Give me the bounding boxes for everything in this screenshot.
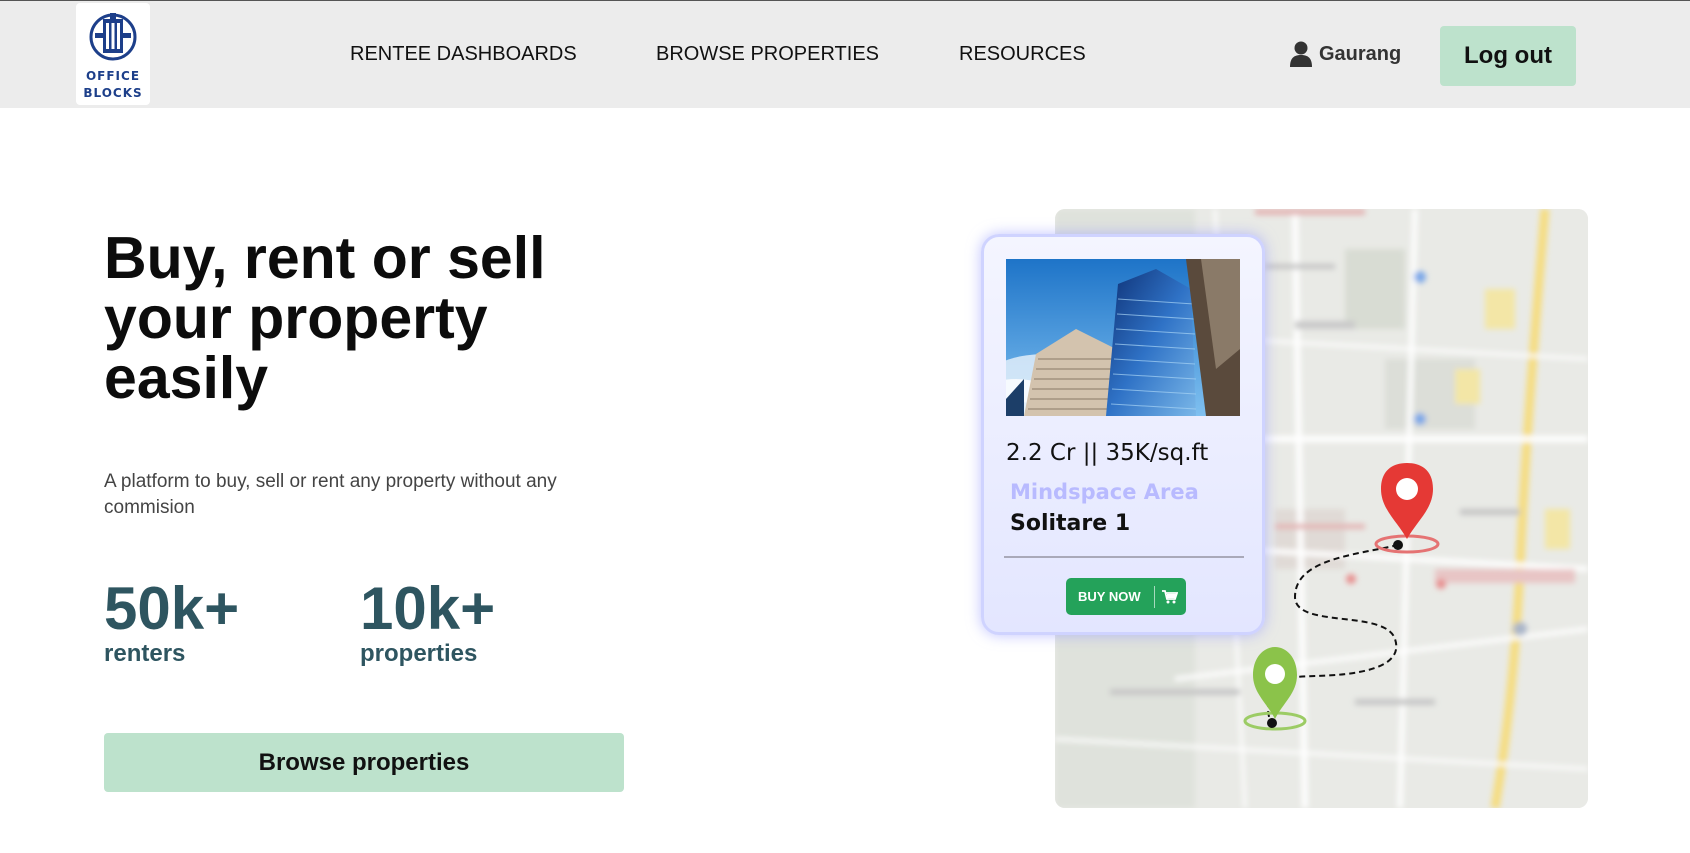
logout-button[interactable]: Log out <box>1440 26 1576 86</box>
stat-properties: 10k+ properties <box>360 578 495 668</box>
property-area: Mindspace Area <box>1010 480 1199 504</box>
brand-logo[interactable]: OFFICE BLOCKS <box>76 3 150 105</box>
user-menu[interactable]: Gaurang <box>1289 41 1401 67</box>
stat-label: properties <box>360 640 478 667</box>
property-card[interactable]: 2.2 Cr || 35K/sq.ft Mindspace Area Solit… <box>981 234 1265 635</box>
user-icon <box>1290 41 1312 67</box>
building-logo-icon <box>89 13 137 61</box>
property-name: Solitare 1 <box>1010 511 1131 536</box>
property-image[interactable] <box>1006 259 1240 416</box>
cart-icon <box>1155 589 1185 604</box>
stat-renters: 50k+ renters <box>104 578 239 668</box>
buy-now-button[interactable]: BUY NOW <box>1066 578 1186 615</box>
browse-properties-button[interactable]: Browse properties <box>104 733 624 792</box>
stat-label: renters <box>104 640 186 667</box>
hero-title-line-3: easily <box>104 345 269 411</box>
user-name: Gaurang <box>1319 42 1402 65</box>
nav-browse-properties[interactable]: BROWSE PROPERTIES <box>656 43 879 66</box>
nav-rentee-dashboards[interactable]: RENTEE DASHBOARDS <box>350 43 577 66</box>
hero-subtitle: A platform to buy, sell or rent any prop… <box>104 471 557 518</box>
brand-line-1: OFFICE <box>85 69 141 83</box>
hero-title-line-2: your property <box>104 285 488 351</box>
card-divider <box>1004 556 1244 558</box>
stat-value: 50k+ <box>104 575 240 642</box>
property-price: 2.2 Cr || 35K/sq.ft <box>1006 440 1209 466</box>
stat-value: 10k+ <box>360 575 496 642</box>
hero-title: Buy, rent or sell your property easily <box>104 228 664 408</box>
buy-now-label: BUY NOW <box>1078 589 1141 604</box>
office-building-image <box>1006 259 1240 416</box>
top-navbar: OFFICE BLOCKS RENTEE DASHBOARDS BROWSE P… <box>0 0 1690 108</box>
brand-line-2: BLOCKS <box>83 86 143 100</box>
hero-title-line-1: Buy, rent or sell <box>104 225 546 291</box>
nav-resources[interactable]: RESOURCES <box>959 43 1086 66</box>
